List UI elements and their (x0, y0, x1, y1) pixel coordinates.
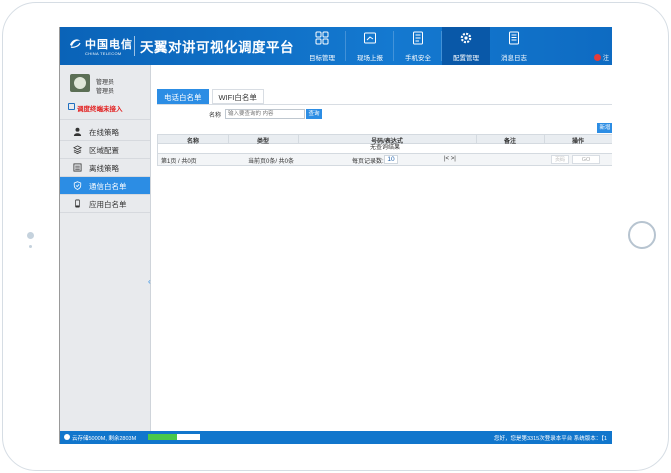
header-divider (134, 36, 135, 56)
search-button[interactable]: 查询 (306, 109, 322, 119)
header: 中国电信 CHINA TELECOM 天翼对讲可视化调度平台 目标管理 现场上报… (60, 27, 612, 65)
sidebar-item-offline-policy[interactable]: 离线策略 (60, 159, 150, 177)
layers-icon (73, 145, 82, 154)
empty-result-row: 无查询结果 (157, 144, 612, 154)
sidebar-item-label: 在线策略 (89, 128, 119, 137)
search-row: 名称 查询 (152, 109, 612, 121)
user-role: 管理员 (96, 89, 115, 95)
home-button[interactable] (628, 221, 656, 249)
nav-label: 消息日志 (501, 55, 527, 62)
grid-icon (315, 31, 329, 45)
logo-text-en: CHINA TELECOM (85, 51, 122, 56)
terminal-status: 调度终端未接入 (77, 106, 123, 113)
telecom-swirl-icon (70, 39, 81, 48)
tab-divider (157, 104, 612, 105)
page-size-select[interactable]: 10 (384, 155, 398, 164)
sidebar-item-online-policy[interactable]: 在线策略 (60, 123, 150, 141)
page-info: 第1页 / 共0页 (161, 159, 197, 165)
app-title: 天翼对讲可视化调度平台 (140, 40, 294, 55)
camera-dot (27, 232, 34, 239)
storage-icon (64, 434, 70, 440)
nav-item-config-management[interactable]: 配置管理 (442, 27, 490, 65)
login-info-text: 您好，您是第3315次登录本平台 系统版本：【1 (494, 436, 608, 442)
power-icon[interactable] (594, 54, 601, 61)
pagination-bar: 第1页 / 共0页 当前页0条/ 共0条 每页记录数: 10 |< >| 页码 … (157, 154, 612, 166)
sidebar-item-label: 通信白名单 (89, 182, 127, 191)
tab-phone-whitelist[interactable]: 电话白名单 (157, 89, 209, 104)
sensor-dot (29, 245, 32, 248)
app-screen: 中国电信 CHINA TELECOM 天翼对讲可视化调度平台 目标管理 现场上报… (59, 27, 612, 444)
shield-icon (73, 181, 82, 190)
user-icon (73, 127, 82, 136)
add-button[interactable]: 新增 (597, 123, 612, 133)
table-header: 名称 类型 号码/表达式 备注 操作 (157, 134, 612, 145)
main-content: 电话白名单 WIFI白名单 名称 查询 新增 名称 类型 号码/表达式 备注 操… (152, 65, 612, 431)
status-bar: 云存储5000M, 剩余2803M 您好，您是第3315次登录本平台 系统版本：… (60, 431, 612, 444)
logout-link[interactable]: 注 (603, 53, 609, 62)
list-icon (73, 163, 82, 172)
top-nav: 目标管理 现场上报 手机安全 配置管理 消息日志 (298, 27, 538, 65)
nav-item-target-management[interactable]: 目标管理 (298, 27, 346, 65)
sidebar-collapse-icon[interactable]: ‹ (148, 277, 151, 286)
nav-label: 目标管理 (309, 55, 335, 62)
avatar (70, 74, 90, 92)
record-info: 当前页0条/ 共0条 (248, 159, 295, 165)
go-button[interactable]: GO (572, 155, 600, 164)
nav-item-phone-security[interactable]: 手机安全 (394, 27, 442, 65)
log-icon (509, 31, 519, 45)
tab-bar: 电话白名单 WIFI白名单 (157, 89, 267, 104)
page-jump-input[interactable]: 页码 (551, 155, 569, 164)
side-menu: 在线策略 区域配置 离线策略 通信白名单 应用白名单 (60, 123, 150, 213)
search-label: 名称 (209, 113, 222, 119)
tab-wifi-whitelist[interactable]: WIFI白名单 (211, 89, 264, 104)
nav-label: 手机安全 (405, 55, 431, 62)
phone-icon (75, 199, 80, 208)
sidebar-item-app-whitelist[interactable]: 应用白名单 (60, 195, 150, 213)
nav-item-field-report[interactable]: 现场上报 (346, 27, 394, 65)
report-icon (364, 32, 376, 44)
storage-progress-fill (148, 434, 178, 440)
user-panel: 管理员 管理员 调度终端未接入 (60, 65, 150, 120)
logo-text-cn: 中国电信 (85, 38, 133, 51)
sidebar-item-area-config[interactable]: 区域配置 (60, 141, 150, 159)
storage-text: 云存储5000M, 剩余2803M (72, 436, 137, 442)
china-telecom-logo: 中国电信 CHINA TELECOM (68, 33, 134, 59)
storage-progress-bar (148, 434, 200, 440)
whitelist-table: 名称 类型 号码/表达式 备注 操作 无查询结果 第1页 / 共0页 当前页0条… (157, 134, 612, 166)
nav-label: 配置管理 (453, 55, 479, 62)
page-nav-buttons[interactable]: |< >| (444, 156, 456, 162)
document-icon (413, 31, 423, 45)
gear-icon (460, 32, 472, 44)
nav-item-message-log[interactable]: 消息日志 (490, 27, 538, 65)
sidebar-item-label: 应用白名单 (89, 200, 127, 209)
sidebar-item-label: 离线策略 (89, 164, 119, 173)
sidebar: 管理员 管理员 调度终端未接入 在线策略 区域配置 离线策略 通信白名单 应用白… (60, 65, 151, 431)
search-input[interactable] (225, 109, 305, 119)
sidebar-item-comm-whitelist[interactable]: 通信白名单 (60, 177, 150, 195)
terminal-icon (68, 103, 75, 110)
nav-label: 现场上报 (357, 55, 383, 62)
page-size-label: 每页记录数: (352, 159, 384, 165)
sidebar-item-label: 区域配置 (89, 146, 119, 155)
user-name: 管理员 (96, 80, 115, 86)
